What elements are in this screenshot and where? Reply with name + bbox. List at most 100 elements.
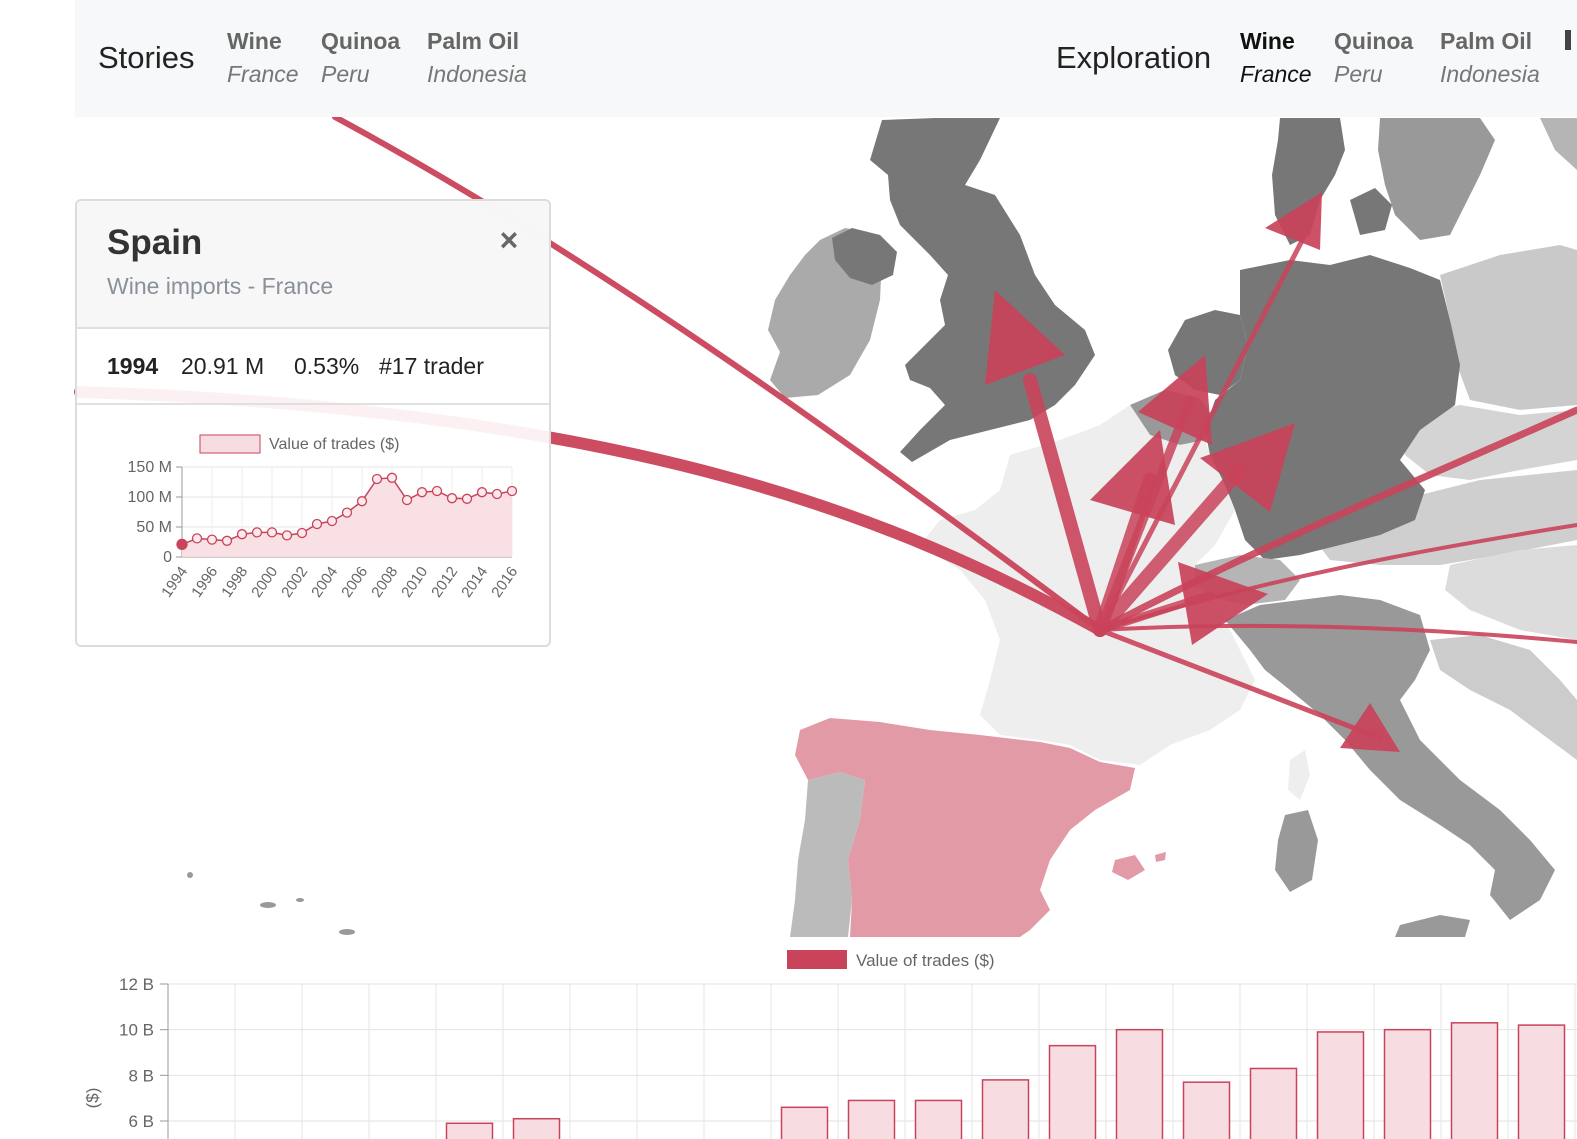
island-dot bbox=[339, 929, 355, 935]
y-tick-label: 0 bbox=[163, 549, 172, 566]
panel-stats: 1994 20.91 M 0.53% #17 trader bbox=[77, 329, 549, 405]
data-point bbox=[416, 487, 428, 498]
panel-title: Spain bbox=[107, 223, 203, 262]
x-tick-label: 2002 bbox=[278, 564, 311, 601]
panel-subtitle: Wine imports - France bbox=[107, 273, 334, 299]
bar bbox=[1383, 1028, 1432, 1139]
explore-palm-oil-indonesia[interactable]: Palm Oil Indonesia bbox=[1440, 26, 1540, 92]
country-detail-panel: Spain Wine imports - France × 1994 20.91… bbox=[75, 199, 551, 647]
country-balearic-islands[interactable] bbox=[1112, 855, 1145, 880]
x-tick-label: 1998 bbox=[218, 564, 251, 601]
y-tick-label: 100 M bbox=[128, 489, 172, 506]
explore-wine-france[interactable]: Wine France bbox=[1240, 26, 1312, 92]
country-sicily[interactable] bbox=[1395, 915, 1470, 937]
nav-item-country: France bbox=[227, 61, 299, 87]
country-poland[interactable] bbox=[1440, 245, 1577, 410]
y-axis-label: ($) bbox=[83, 1088, 102, 1109]
data-point bbox=[281, 530, 293, 541]
data-point bbox=[341, 507, 353, 518]
country-united-kingdom[interactable] bbox=[870, 118, 1095, 462]
nav-item-crop: Wine bbox=[227, 28, 282, 54]
data-point bbox=[356, 496, 368, 507]
island-dot bbox=[260, 902, 276, 908]
y-tick-label: 50 M bbox=[136, 519, 172, 536]
data-point bbox=[206, 534, 218, 545]
data-point bbox=[191, 533, 203, 544]
data-point bbox=[251, 527, 263, 538]
bar bbox=[1182, 1081, 1231, 1139]
island-dot bbox=[187, 872, 193, 878]
data-point bbox=[371, 473, 383, 485]
data-point bbox=[311, 518, 323, 530]
bar bbox=[445, 1122, 494, 1139]
x-tick-label: 1996 bbox=[188, 564, 221, 601]
country-sardinia[interactable] bbox=[1275, 810, 1318, 892]
nav-item-crop: Quinoa bbox=[1334, 28, 1414, 54]
bar bbox=[847, 1099, 896, 1139]
story-quinoa-peru[interactable]: Quinoa Peru bbox=[321, 26, 400, 92]
x-tick-label: 2016 bbox=[488, 564, 521, 601]
panel-header: Spain Wine imports - France × bbox=[77, 201, 549, 329]
country-corsica[interactable] bbox=[1288, 750, 1310, 800]
bottom-bar-chart[interactable]: Value of trades ($) 6 B 8 B 10 B 12 B ($) bbox=[0, 937, 1577, 1139]
stat-year: 1994 bbox=[107, 353, 159, 379]
stat-rank: #17 trader bbox=[379, 353, 484, 379]
nav-item-crop: Quinoa bbox=[321, 28, 401, 54]
legend-swatch bbox=[787, 950, 847, 969]
bar bbox=[1048, 1044, 1097, 1139]
island-dot bbox=[296, 898, 304, 902]
exploration-heading: Exploration bbox=[1056, 40, 1212, 75]
panel-line-chart[interactable]: Value of trades ($) 0 50 M 100 M 150 M 1994 19… bbox=[77, 405, 551, 647]
data-point bbox=[431, 485, 443, 497]
bar-chart-svg[interactable]: Value of trades ($) 6 B 8 B 10 B 12 B ($) bbox=[0, 937, 1577, 1139]
nav-item-country: Indonesia bbox=[427, 61, 527, 87]
data-point bbox=[476, 487, 488, 498]
y-tick-label: 150 M bbox=[128, 459, 172, 476]
bar bbox=[780, 1106, 829, 1139]
close-icon[interactable]: × bbox=[497, 223, 521, 257]
data-point bbox=[176, 538, 188, 551]
line-chart-svg[interactable]: Value of trades ($)050 M100 M150 M199419… bbox=[77, 405, 551, 647]
y-tick-label: 6 B bbox=[128, 1112, 154, 1131]
y-tick-label: 12 B bbox=[119, 975, 154, 994]
legend-label: Value of trades ($) bbox=[856, 951, 995, 970]
bar bbox=[1316, 1031, 1365, 1139]
bar bbox=[981, 1079, 1030, 1139]
nav-item-crop: Palm Oil bbox=[427, 28, 520, 54]
x-tick-label: 1994 bbox=[158, 564, 191, 601]
data-point bbox=[221, 535, 233, 546]
bar bbox=[512, 1117, 561, 1139]
data-point bbox=[266, 527, 278, 538]
bar bbox=[1517, 1024, 1566, 1139]
nav-item-country: Peru bbox=[321, 61, 370, 87]
stat-value: 20.91 M bbox=[181, 353, 265, 379]
nav-item-crop: Wine bbox=[1240, 28, 1295, 54]
bar bbox=[1450, 1022, 1499, 1139]
data-point bbox=[326, 515, 338, 527]
legend-swatch bbox=[199, 434, 261, 454]
nav-item-country: France bbox=[1240, 61, 1312, 87]
data-point bbox=[461, 493, 473, 504]
y-tick-label: 10 B bbox=[119, 1021, 154, 1040]
country-sweden[interactable] bbox=[1378, 118, 1495, 240]
country-denmark-islands[interactable] bbox=[1350, 188, 1392, 235]
x-tick-label: 2010 bbox=[398, 564, 431, 601]
nav-item-crop: Palm Oil bbox=[1440, 28, 1533, 54]
country-croatia[interactable] bbox=[1430, 635, 1577, 760]
story-palm-oil-indonesia[interactable]: Palm Oil Indonesia bbox=[427, 26, 527, 92]
x-tick-label: 2004 bbox=[308, 564, 341, 601]
country-finland-north[interactable] bbox=[1540, 118, 1577, 170]
bar bbox=[1249, 1067, 1298, 1139]
x-tick-label: 2012 bbox=[428, 564, 461, 601]
bar bbox=[914, 1099, 963, 1139]
x-tick-label: 2008 bbox=[368, 564, 401, 601]
nav-item-country: Indonesia bbox=[1440, 61, 1540, 87]
data-point bbox=[386, 472, 398, 483]
bar bbox=[1115, 1028, 1164, 1139]
story-wine-france[interactable]: Wine France bbox=[227, 26, 299, 92]
stat-share: 0.53% bbox=[294, 353, 360, 379]
nav-item-country: Peru bbox=[1334, 61, 1383, 87]
explore-quinoa-peru[interactable]: Quinoa Peru bbox=[1334, 26, 1413, 92]
nav-overflow-item[interactable] bbox=[1565, 30, 1571, 50]
country-balearic-minor[interactable] bbox=[1155, 852, 1166, 862]
